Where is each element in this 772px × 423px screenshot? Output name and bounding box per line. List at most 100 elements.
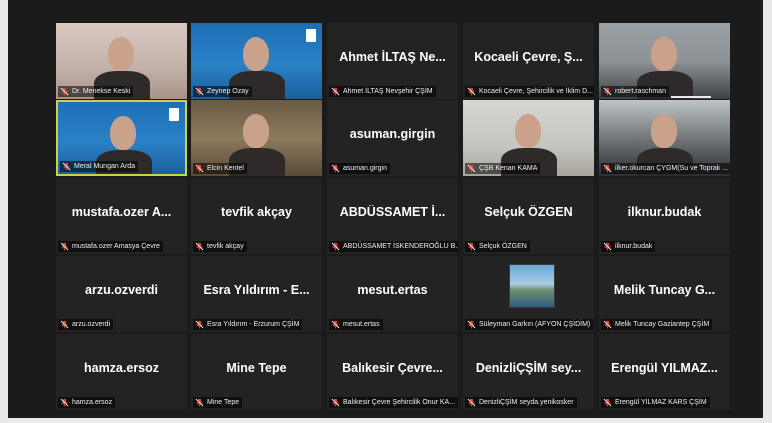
muted-microphone-icon <box>467 87 476 96</box>
participant-display-name: tevfik akçay <box>221 205 292 219</box>
participant-name-label: Melik Tuncay Gaziantep ÇŞİM <box>601 319 713 330</box>
person-head <box>651 37 677 71</box>
participant-tile[interactable]: Ahmet İLTAŞ Ne... Ahmet İLTAŞ Nevşehir ÇŞ… <box>327 23 458 99</box>
muted-microphone-icon <box>195 320 204 329</box>
muted-microphone-icon <box>467 320 476 329</box>
participant-name-label: Elcin Kentel <box>193 163 247 174</box>
participant-display-name: mesut.ertas <box>357 283 428 297</box>
participant-tile[interactable]: Esra Yıldırım - E... Esra Yıldırım - Erzu… <box>191 256 322 332</box>
participant-tile[interactable]: Selçuk ÖZGEN Selçuk ÖZGEN <box>463 178 594 254</box>
participant-name-label: tevfik akçay <box>193 241 247 252</box>
muted-microphone-icon <box>60 87 69 96</box>
participant-name-label: Süleyman Garkın (AFYON ÇŞİDİM) <box>465 319 594 330</box>
participant-tile[interactable]: asuman.girgin asuman.girgin <box>327 100 458 176</box>
participant-name-text: Erengül YILMAZ KARS ÇŞİM <box>615 399 707 406</box>
muted-microphone-icon <box>467 242 476 251</box>
participant-name-text: ilknur.budak <box>615 243 653 250</box>
participant-tile[interactable]: DenizliÇŞİM sey... DenizliÇŞİM seyda.yeni… <box>463 334 594 410</box>
participant-name-text: ilker.okurcan ÇYGM(Su ve Toprak ... <box>615 165 729 172</box>
participant-display-name: Melik Tuncay G... <box>613 283 716 297</box>
participant-tile[interactable]: ABDÜSSAMET İ... ABDÜSSAMET İSKENDEROĞLU B… <box>327 178 458 254</box>
participant-display-name: asuman.girgin <box>349 127 436 141</box>
participant-name-label: Esra Yıldırım - Erzurum ÇŞİM <box>193 319 303 330</box>
participant-name-text: arzu.ozverdi <box>72 321 111 328</box>
participant-name-text: Meral Mungan Arda <box>74 163 136 170</box>
participant-name-text: Selçuk ÖZGEN <box>479 243 527 250</box>
muted-microphone-icon <box>60 242 69 251</box>
person-head <box>243 114 269 148</box>
participant-tile[interactable]: Dr. Menekse Keski <box>56 23 187 99</box>
participant-tile[interactable]: Elcin Kentel <box>191 100 322 176</box>
participant-name-text: Balıkesir Çevre Şehircilik Onur KA... <box>343 399 456 406</box>
participant-tile[interactable]: ilker.okurcan ÇYGM(Su ve Toprak ... <box>599 100 730 176</box>
participant-tile[interactable]: robert.raschman <box>599 23 730 99</box>
participant-display-name: mustafa.ozer A... <box>71 205 172 219</box>
participant-name-label: asuman.girgin <box>329 163 390 174</box>
participant-tile[interactable]: tevfik akçay tevfik akçay <box>191 178 322 254</box>
participant-name-label: Zeynep Ozay <box>193 86 252 97</box>
participant-tile[interactable]: Kocaeli Çevre, Ş... Kocaeli Çevre, Şehirc… <box>463 23 594 99</box>
participant-display-name: Esra Yıldırım - E... <box>203 283 310 297</box>
participant-name-text: Dr. Menekse Keski <box>72 88 131 95</box>
muted-microphone-icon <box>331 164 340 173</box>
participant-display-name: Ahmet İLTAŞ Ne... <box>339 50 446 64</box>
participant-display-name: Kocaeli Çevre, Ş... <box>474 50 583 64</box>
muted-microphone-icon <box>603 398 612 407</box>
participant-name-label: ilknur.budak <box>601 241 656 252</box>
muted-microphone-icon <box>60 320 69 329</box>
participant-name-label: Ahmet İLTAŞ Nevşehir ÇŞİM <box>329 86 436 97</box>
muted-microphone-icon <box>195 87 204 96</box>
participant-name-label: Dr. Menekse Keski <box>58 86 134 97</box>
participant-tile[interactable]: Melik Tuncay G... Melik Tuncay Gaziantep … <box>599 256 730 332</box>
participant-name-text: Süleyman Garkın (AFYON ÇŞİDİM) <box>479 321 591 328</box>
participant-name-text: Melik Tuncay Gaziantep ÇŞİM <box>615 321 710 328</box>
logo-badge-icon <box>306 29 316 42</box>
participant-name-label: Balıkesir Çevre Şehircilik Onur KA... <box>329 397 458 408</box>
participant-display-name: Erengül YILMAZ... <box>611 361 718 375</box>
person-head <box>651 114 677 148</box>
muted-microphone-icon <box>331 398 340 407</box>
person-head <box>243 37 269 71</box>
participant-name-text: mustafa.ozer Amasya Çevre <box>72 243 160 250</box>
profile-picture <box>509 264 555 308</box>
participant-name-label: Selçuk ÖZGEN <box>465 241 530 252</box>
participant-tile[interactable]: Mine Tepe Mine Tepe <box>191 334 322 410</box>
participant-name-label: ABDÜSSAMET İSKENDEROĞLU B... <box>329 241 458 252</box>
participant-name-text: Zeynep Ozay <box>207 88 249 95</box>
participant-tile[interactable]: Balıkesir Çevre... Balıkesir Çevre Şehirc… <box>327 334 458 410</box>
participant-tile[interactable]: Meral Mungan Arda <box>56 100 187 176</box>
participant-tile[interactable]: Zeynep Ozay <box>191 23 322 99</box>
participant-tile[interactable]: Süleyman Garkın (AFYON ÇŞİDİM) <box>463 256 594 332</box>
participant-display-name: Balıkesir Çevre... <box>342 361 443 375</box>
muted-microphone-icon <box>467 164 476 173</box>
participant-name-text: ÇŞB Kenan KAMA <box>479 165 538 172</box>
participant-name-label: Meral Mungan Arda <box>60 161 139 172</box>
participant-tile[interactable]: arzu.ozverdi arzu.ozverdi <box>56 256 187 332</box>
participant-name-label: mesut.ertas <box>329 319 383 330</box>
participant-tile[interactable]: ilknur.budak ilknur.budak <box>599 178 730 254</box>
participant-display-name: Selçuk ÖZGEN <box>484 205 573 219</box>
participant-name-text: Mine Tepe <box>207 399 240 406</box>
participant-tile[interactable]: ÇŞB Kenan KAMA <box>463 100 594 176</box>
participant-display-name: DenizliÇŞİM sey... <box>475 361 582 375</box>
participant-display-name: Mine Tepe <box>226 361 287 375</box>
participant-tile[interactable]: hamza.ersoz hamza.ersoz <box>56 334 187 410</box>
participant-name-text: ABDÜSSAMET İSKENDEROĞLU B... <box>343 243 458 250</box>
participant-name-text: Esra Yıldırım - Erzurum ÇŞİM <box>207 321 300 328</box>
person-head <box>110 116 136 150</box>
muted-microphone-icon <box>60 398 69 407</box>
participant-tile[interactable]: Erengül YILMAZ... Erengül YILMAZ KARS ÇŞİ… <box>599 334 730 410</box>
participant-name-label: DenizliÇŞİM seyda.yenikosker <box>465 397 577 408</box>
participant-tile[interactable]: mustafa.ozer A... mustafa.ozer Amasya Çev… <box>56 178 187 254</box>
person-head <box>108 37 134 71</box>
participant-name-text: Elcin Kentel <box>207 165 244 172</box>
participant-name-text: hamza.ersoz <box>72 399 113 406</box>
person-head <box>515 114 541 148</box>
participant-tile[interactable]: mesut.ertas mesut.ertas <box>327 256 458 332</box>
muted-microphone-icon <box>331 87 340 96</box>
participant-display-name: ilknur.budak <box>627 205 702 219</box>
muted-microphone-icon <box>467 398 476 407</box>
muted-microphone-icon <box>603 87 612 96</box>
participant-name-label: Kocaeli Çevre, Şehircilik ve İklim D... <box>465 86 594 97</box>
participant-name-text: asuman.girgin <box>343 165 387 172</box>
